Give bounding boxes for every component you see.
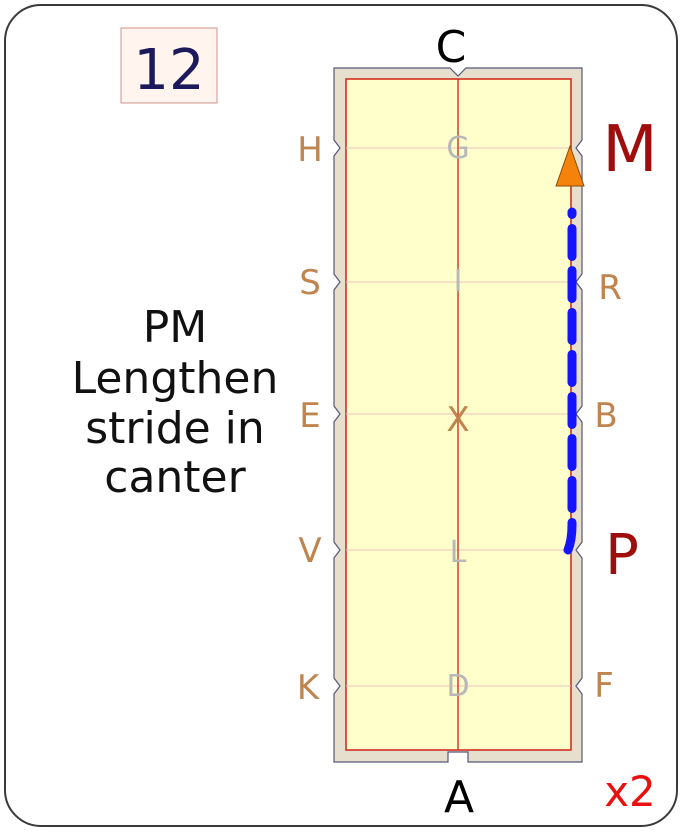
letter-s: S — [299, 263, 321, 303]
letter-c: C — [436, 22, 467, 73]
instruction-line-1: PM — [143, 302, 208, 353]
letter-x: X — [446, 400, 469, 440]
letter-a: A — [444, 772, 474, 823]
dressage-card: 12 PM Lengthen stride in canter C A H S … — [0, 0, 682, 835]
letter-k: K — [297, 668, 321, 708]
letter-i: I — [454, 264, 463, 299]
letter-p: P — [605, 523, 639, 588]
repeat-count: x2 — [604, 767, 656, 816]
instruction-line-2: Lengthen — [72, 353, 279, 404]
letter-d: D — [446, 669, 469, 704]
letter-l: L — [450, 535, 467, 570]
letter-m: M — [602, 113, 657, 187]
letter-r: R — [598, 268, 622, 308]
letter-b: B — [594, 396, 617, 436]
letter-f: F — [594, 666, 614, 706]
letter-g: G — [446, 131, 469, 166]
instruction-line-4: canter — [104, 452, 246, 503]
card-number: 12 — [133, 38, 204, 103]
letter-h: H — [297, 130, 323, 170]
letter-v: V — [298, 531, 321, 571]
instruction-line-3: stride in — [85, 403, 265, 454]
letter-e: E — [299, 396, 320, 436]
